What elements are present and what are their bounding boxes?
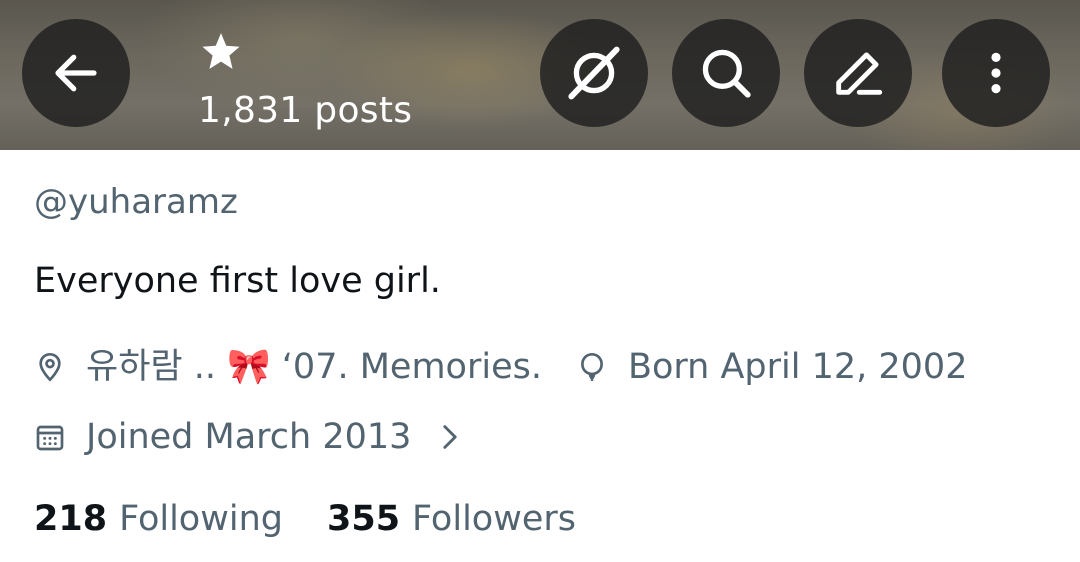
followers-link[interactable]: 355 Followers — [327, 496, 576, 542]
back-button[interactable] — [22, 19, 130, 127]
profile-meta-location-birthday: 유하람 .. 🎀 ‘07. Memories. Born April 12, 2… — [34, 344, 967, 390]
followers-count: 355 — [326, 499, 401, 539]
profile-joined: Joined March 2013 — [86, 417, 412, 457]
chevron-right-icon — [437, 421, 463, 453]
more-vertical-icon — [991, 52, 1001, 94]
edit-icon — [836, 52, 883, 95]
calendar-icon — [34, 421, 66, 453]
more-options-button[interactable] — [942, 19, 1050, 127]
profile-stats: 218 Following 355 Followers — [34, 496, 576, 542]
posts-count: 1,831 posts — [198, 90, 413, 131]
profile-location: 유하람 .. 🎀 ‘07. Memories. — [86, 347, 542, 387]
profile-bio: Everyone first love girl. — [34, 261, 441, 301]
profile-birthday: Born April 12, 2002 — [627, 347, 968, 387]
profile-handle: @yuharamz — [34, 182, 238, 222]
followers-label: Followers — [412, 499, 576, 539]
search-button[interactable] — [672, 19, 780, 127]
following-link[interactable]: 218 Following — [34, 496, 283, 542]
following-count: 218 — [34, 499, 108, 539]
grok-icon — [568, 46, 620, 100]
search-icon — [702, 49, 751, 98]
star-icon — [200, 30, 242, 76]
profile-joined-row[interactable]: Joined March 2013 — [34, 414, 463, 460]
following-label: Following — [119, 499, 283, 539]
edit-button[interactable] — [804, 19, 912, 127]
back-arrow-icon — [55, 54, 97, 92]
grok-button[interactable] — [540, 19, 648, 127]
balloon-icon — [576, 351, 608, 383]
location-pin-icon — [34, 351, 66, 383]
